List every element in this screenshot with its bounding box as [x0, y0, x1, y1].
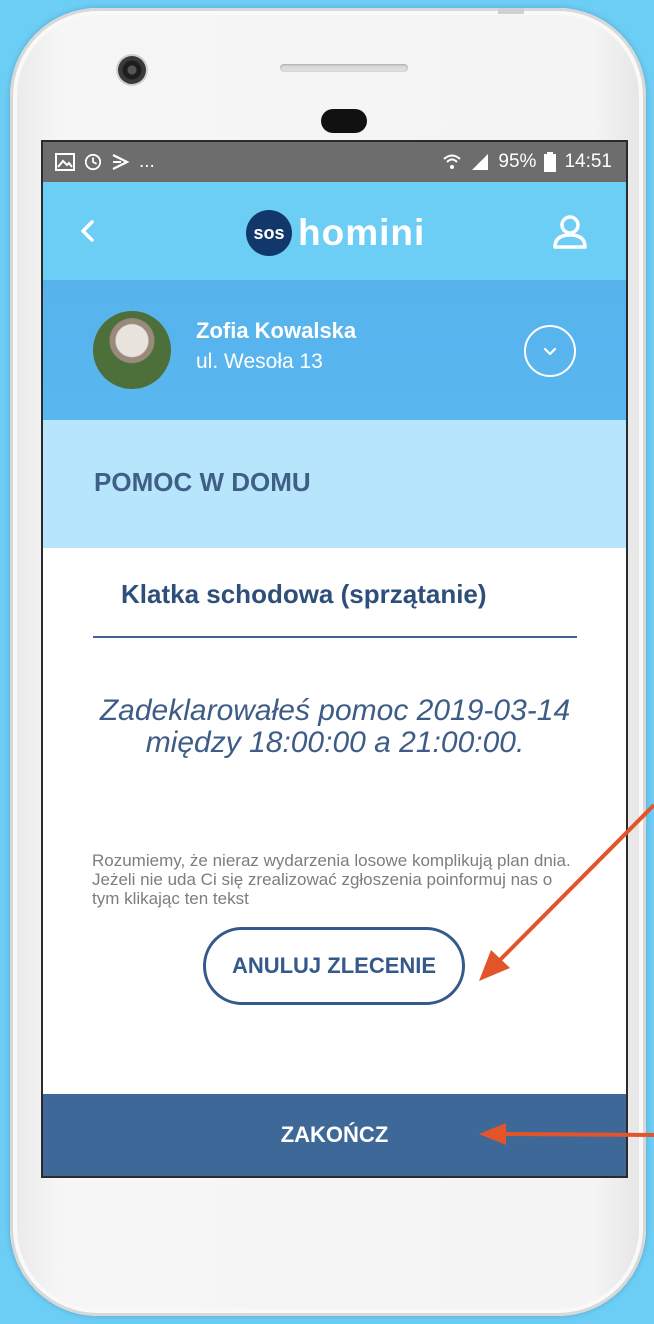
category-section: POMOC W DOMU — [43, 420, 626, 548]
gallery-icon — [55, 153, 75, 171]
logo-text: homini — [298, 212, 426, 253]
back-chevron-icon[interactable] — [75, 216, 99, 246]
screen: ... 95% 14:51 sos homini Zofia Kowalska … — [41, 140, 628, 1178]
status-bar: ... 95% 14:51 — [43, 142, 626, 182]
status-right: 95% 14:51 — [442, 151, 612, 173]
divider — [93, 636, 577, 638]
cancel-info-link[interactable]: Rozumiemy, że nieraz wydarzenia losowe k… — [92, 851, 582, 908]
status-overflow-dots: ... — [139, 151, 155, 172]
wifi-icon — [443, 154, 462, 169]
app-bar: sos homini — [43, 182, 626, 280]
finish-button[interactable]: ZAKOŃCZ — [43, 1094, 626, 1176]
cancel-order-button[interactable]: ANULUJ ZLECENIE — [203, 927, 465, 1005]
expand-profile-button[interactable] — [524, 325, 576, 377]
earpiece-speaker — [280, 64, 408, 72]
proximity-sensor — [321, 109, 367, 133]
user-icon[interactable] — [550, 212, 590, 252]
cast-icon — [112, 154, 130, 170]
chevron-down-icon — [543, 347, 557, 356]
status-left: ... — [55, 151, 155, 173]
signal-icon — [472, 154, 489, 170]
app-logo: sos homini — [246, 210, 425, 256]
phone-side-button — [498, 8, 524, 14]
profile-name: Zofia Kowalska — [196, 318, 357, 343]
task-title: Klatka schodowa (sprzątanie) — [121, 579, 487, 609]
category-title: POMOC W DOMU — [94, 467, 311, 497]
battery-icon — [544, 152, 557, 172]
profile-header: Zofia Kowalska ul. Wesoła 13 — [43, 280, 626, 420]
logo-badge: sos — [246, 210, 292, 256]
status-time: 14:51 — [564, 151, 612, 172]
sync-icon — [84, 153, 102, 171]
profile-address: ul. Wesoła 13 — [196, 350, 323, 373]
front-camera — [118, 56, 146, 84]
avatar — [93, 311, 171, 389]
declaration-text: Zadeklarowałeś pomoc 2019-03-14 między 1… — [99, 694, 571, 759]
battery-percent: 95% — [498, 151, 537, 172]
